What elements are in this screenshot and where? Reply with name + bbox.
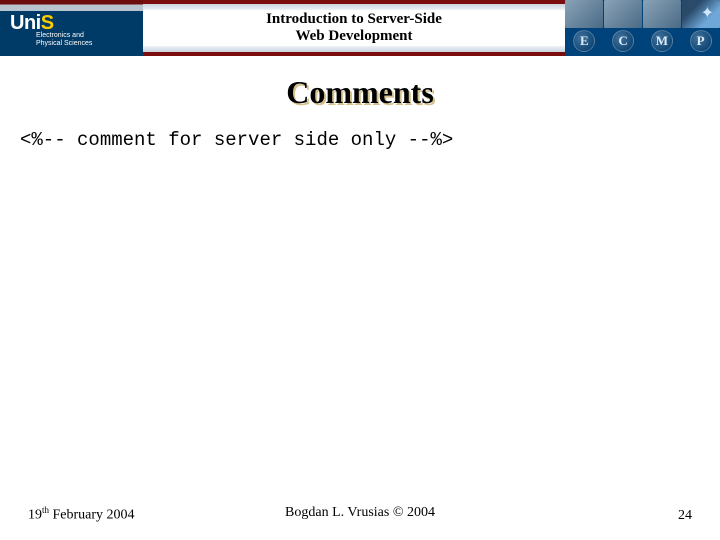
header-photos: ✦ — [565, 0, 720, 28]
photo-thumb: ✦ — [682, 0, 720, 28]
footer-date-ordinal: th — [42, 505, 49, 515]
badge-letters: E C M P — [565, 30, 720, 52]
logo-prefix: Uni — [10, 12, 41, 34]
course-title-line1: Introduction to Server-Side — [266, 11, 442, 28]
header-title-area: Introduction to Server-Side Web Developm… — [143, 0, 565, 56]
slide-body: <%-- comment for server side only --%> — [0, 111, 720, 151]
footer-date-rest: February 2004 — [49, 508, 135, 523]
department-line2: Physical Sciences — [36, 40, 92, 48]
slide-title: Comments — [0, 74, 720, 111]
course-title: Introduction to Server-Side Web Developm… — [266, 11, 442, 45]
code-example: <%-- comment for server side only --%> — [20, 129, 700, 151]
course-title-line2: Web Development — [266, 28, 442, 45]
photo-thumb — [565, 0, 603, 28]
logo-suffix: S — [41, 12, 54, 34]
footer-page-number: 24 — [678, 508, 692, 524]
badge-letter: E — [573, 30, 595, 52]
dolphin-icon: ✦ — [701, 3, 714, 23]
badge-letter: P — [690, 30, 712, 52]
footer-author: Bogdan L. Vrusias © 2004 — [285, 505, 435, 521]
photo-thumb — [604, 0, 642, 28]
photo-thumb — [643, 0, 681, 28]
department-label: Electronics and Physical Sciences — [36, 32, 92, 48]
slide-footer: 19th February 2004 Bogdan L. Vrusias © 2… — [0, 505, 720, 524]
footer-date: 19th February 2004 — [28, 505, 135, 524]
slide-header: UniS Electronics and Physical Sciences I… — [0, 0, 720, 56]
university-logo-block: UniS Electronics and Physical Sciences — [0, 0, 143, 56]
badge-letter: M — [651, 30, 673, 52]
header-photo-strip: ✦ E C M P — [565, 0, 720, 56]
badge-letter: C — [612, 30, 634, 52]
department-line1: Electronics and — [36, 32, 92, 40]
footer-date-day: 19 — [28, 508, 42, 523]
